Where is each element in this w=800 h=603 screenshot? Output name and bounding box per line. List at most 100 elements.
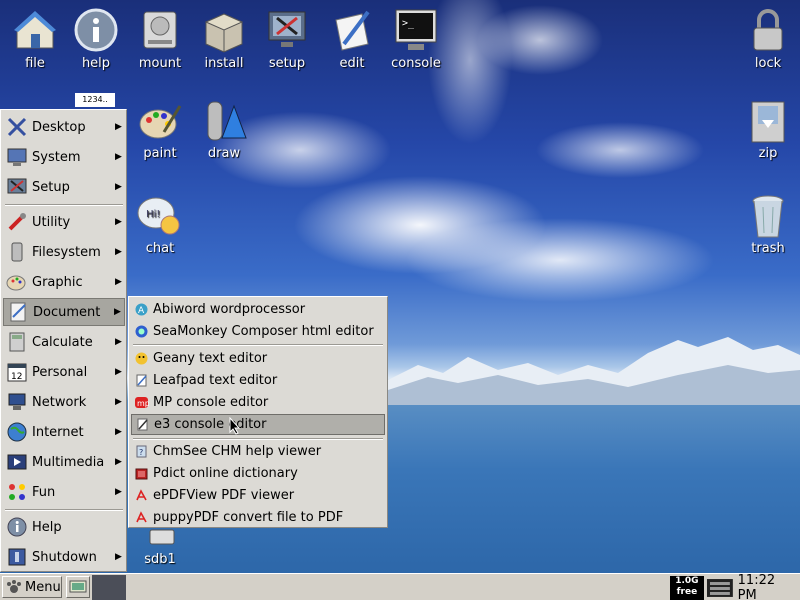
desktop-icon-label: sdb1 [144,552,176,567]
submenu-item-abiword[interactable]: A Abiword wordprocessor [131,299,385,320]
desktop-icon-edit[interactable]: edit [317,6,387,71]
menu-item-multimedia[interactable]: Multimedia ▶ [3,448,125,476]
desktop-icon-chat[interactable]: Hi! chat [125,193,195,256]
desktop-icon-partial[interactable]: 1234.. [60,93,130,107]
setup-wizard-icon [7,178,27,194]
menu-separator [5,204,123,206]
package-box-icon [204,13,244,53]
quick-launch-button[interactable] [66,576,90,598]
usb-drive-icon [149,529,175,545]
desktop-icon-zip[interactable]: zip [733,100,800,161]
network-icon [8,393,26,410]
desktop-icon-label: zip [758,146,778,161]
mp-editor-icon: mp [135,397,149,408]
start-menu: Desktop ▶ System ▶ Setup ▶ Utility ▶ Filesys… [0,109,127,572]
free-space-label: free [676,586,698,597]
menu-item-network[interactable]: Network ▶ [3,388,125,416]
submenu-item-chmsee[interactable]: ? ChmSee CHM help viewer [131,441,385,462]
menu-item-calculate[interactable]: Calculate ▶ [3,328,125,356]
clock[interactable]: 11:22 PM [738,573,798,603]
mouse-cursor-icon [229,417,241,435]
desktop-icon-label: paint [143,146,177,161]
desktop-icon-lock[interactable]: lock [733,6,800,71]
desktop-icon-label: draw [207,146,241,161]
desktop-icon-label: help [81,56,111,71]
menu-item-setup[interactable]: Setup ▶ [3,173,125,201]
menu-item-desktop[interactable]: Desktop ▶ [3,113,125,141]
menu-item-internet[interactable]: Internet ▶ [3,418,125,446]
leafpad-icon [136,374,147,387]
menu-button-label: Menu [25,579,61,595]
pdf-icon [136,489,147,501]
padlock-icon [753,9,783,51]
home-folder-icon [14,11,56,49]
show-desktop-icon [69,580,87,593]
submenu-item-e3[interactable]: e3 console editor [131,414,385,435]
desktop-icon-sdb1[interactable]: sdb1 [125,528,195,567]
svg-text:12: 12 [11,372,22,382]
submenu-item-geany[interactable]: Geany text editor [131,348,385,369]
svg-text:Hi!: Hi! [146,209,160,220]
free-space-badge[interactable]: 1.0G free [670,575,704,600]
svg-text:mp: mp [137,399,149,408]
desktop-icon-file[interactable]: file [0,6,70,71]
abiword-icon: A [135,303,148,316]
seamonkey-icon [135,325,148,338]
menu-item-utility[interactable]: Utility ▶ [3,208,125,236]
setup-tools-icon [268,11,306,47]
submenu-item-leafpad[interactable]: Leafpad text editor [131,370,385,391]
menu-item-filesystem[interactable]: Filesystem ▶ [3,238,125,266]
desktop-icon-label: mount [138,56,182,71]
multimedia-icon [7,454,27,470]
submenu-item-seamonkey[interactable]: SeaMonkey Composer html editor [131,321,385,342]
graphic-palette-icon [6,275,26,291]
taskbar: Menu 1.0G free 11:22 PM [0,573,800,603]
task-area[interactable] [92,575,126,600]
e3-editor-icon [137,418,148,431]
system-monitor-icon [7,148,27,166]
shapes-icon [207,101,247,141]
menu-item-shutdown[interactable]: Shutdown ▶ [3,543,125,571]
calendar-icon: 12 [7,363,27,382]
trash-can-icon [752,195,784,238]
desktop-icon-label: lock [754,56,782,71]
desktop-icon-label: chat [145,241,175,256]
menu-item-fun[interactable]: Fun ▶ [3,478,125,506]
globe-icon [7,422,27,442]
archive-icon [751,101,785,143]
desktop-icon-paint[interactable]: paint [125,100,195,161]
menu-item-personal[interactable]: 12 Personal ▶ [3,358,125,386]
edit-pen-icon [335,10,370,51]
desktop-icon-label: trash [751,241,785,256]
submenu-item-pdict[interactable]: Pdict online dictionary [131,463,385,484]
shutdown-icon [8,548,26,566]
menu-item-help[interactable]: Help [3,513,125,541]
desktop-icon-label: file [25,56,45,71]
dictionary-book-icon [135,468,148,480]
desktop-icon-mount[interactable]: mount [125,6,195,71]
submenu-item-epdfview[interactable]: ePDFView PDF viewer [131,485,385,506]
menu-item-system[interactable]: System ▶ [3,143,125,171]
desktop-icon-install[interactable]: install [189,6,259,71]
menu-button[interactable]: Menu [2,576,62,598]
desktop-icon-label: edit [339,56,365,71]
desktop-icon-label: console [391,56,441,71]
svg-text:?: ? [139,448,143,457]
document-submenu: A Abiword wordprocessor SeaMonkey Compos… [128,296,388,528]
network-status-icon[interactable] [706,577,734,599]
document-icon [10,302,26,322]
submenu-item-puppypdf[interactable]: puppyPDF convert file to PDF [131,507,385,528]
desktop-icon-console[interactable]: >_ console [381,6,451,71]
desktop-icon-help[interactable]: help [61,6,131,71]
menu-item-document[interactable]: Document ▶ [3,298,125,326]
submenu-item-mp[interactable]: mp MP console editor [131,392,385,413]
menu-item-graphic[interactable]: Graphic ▶ [3,268,125,296]
utility-tools-icon [8,213,26,231]
desktop-icon-label: setup [268,56,306,71]
desktop-icon-draw[interactable]: draw [189,100,259,161]
system-tray: 1.0G free 11:22 PM [670,573,798,603]
palette-icon [139,105,182,139]
desktop-icon-setup[interactable]: setup [252,6,322,71]
desktop-icon-trash[interactable]: trash [733,193,800,256]
info-icon [74,8,118,52]
